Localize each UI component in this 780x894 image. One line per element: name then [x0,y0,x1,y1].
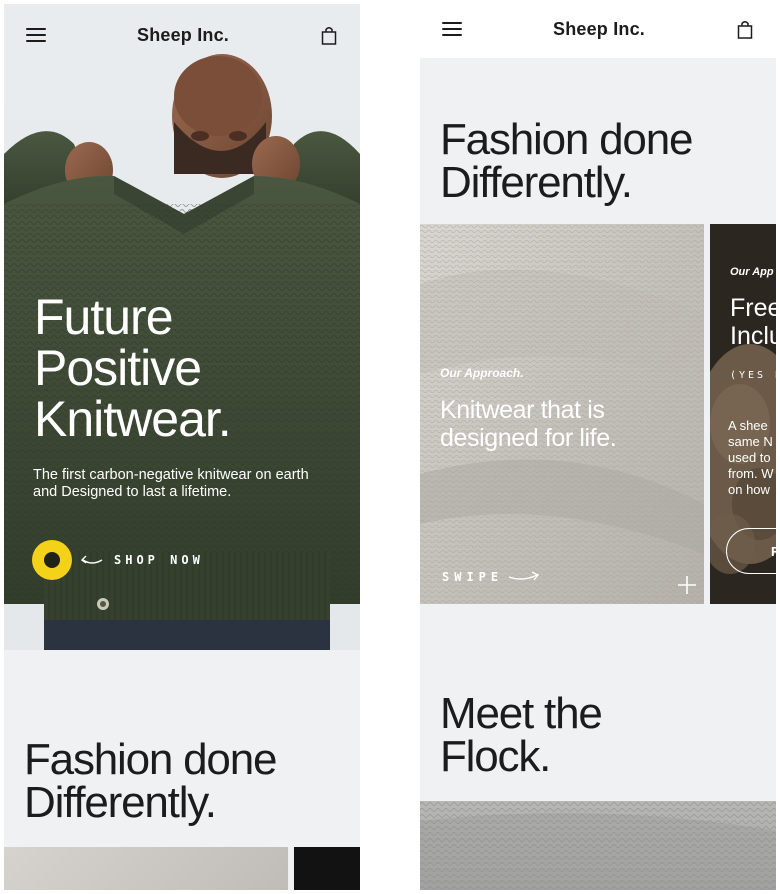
fashion-title-line-2: Differently. [440,158,633,207]
sheep-card-button[interactable]: R [726,528,776,574]
sheep-card-tag: (YES R [730,370,776,381]
flock-title-line-1: Meet the [440,689,603,738]
swipe-hint[interactable]: SWIPE [442,570,541,584]
fashion-title-line-1: Fashion done [24,735,277,784]
hamburger-menu-icon[interactable] [26,28,46,42]
brand-logo[interactable]: Sheep Inc. [137,25,229,46]
shop-now-button[interactable]: SHOP NOW [32,540,204,580]
sheep-card-body: A shee same N used to from. W on how [728,418,776,498]
curved-arrow-icon [80,555,103,564]
sheep-card-body-line-3: used to [728,450,771,465]
brand-logo[interactable]: Sheep Inc. [553,19,645,40]
curved-arrow-icon [508,571,540,581]
fashion-title-line-1: Fashion done [440,115,693,164]
sheep-card-title-line-1: Free [730,294,776,322]
sheep-card[interactable]: Our App Free Inclu (YES R A shee same N … [710,224,776,604]
card-preview-knitwear[interactable] [4,847,288,890]
fashion-title-line-2: Differently. [24,778,217,827]
fashion-section-title: Fashion done Differently. [440,115,693,207]
sheep-card-body-line-1: A shee [728,418,768,433]
flock-image-preview[interactable] [420,801,776,890]
shopping-bag-icon[interactable] [736,19,754,39]
sheep-card-title: Free Inclu [730,294,776,350]
sheep-card-title-line-2: Inclu [730,322,776,350]
top-navbar-right: Sheep Inc. [420,4,776,58]
sheep-card-body-line-4: from. W [728,466,774,481]
hero-title-line-3: Knitwear. [34,391,232,447]
approach-title: Knitwear that is designed for life. [440,396,617,452]
card-preview-dark[interactable] [294,847,360,890]
flock-title-line-2: Flock. [440,732,551,781]
knit-texture-image [420,801,776,890]
hero-title-line-1: Future [34,289,174,345]
approach-card[interactable]: Our Approach. Knitwear that is designed … [420,224,704,604]
shop-now-label: SHOP NOW [114,553,204,567]
flock-section-title: Meet the Flock. [440,689,603,781]
home-screen-left: Future Positive Knitwear. The first carb… [4,4,360,890]
shopping-bag-icon[interactable] [320,25,338,45]
hero-title-line-2: Positive [34,340,202,396]
swipe-label: SWIPE [442,570,504,584]
sheep-card-eyebrow: Our App [730,266,774,278]
top-navbar: Sheep Inc. [4,4,360,66]
sheep-card-body-line-5: on how [728,482,770,497]
sheep-card-body-line-2: same N [728,434,773,449]
hero-title: Future Positive Knitwear. [34,289,232,447]
plus-icon[interactable] [676,574,698,596]
fashion-section-title: Fashion done Differently. [24,735,277,827]
hero-section: Future Positive Knitwear. The first carb… [4,4,360,650]
approach-eyebrow: Our Approach. [440,366,524,380]
hamburger-menu-icon[interactable] [442,22,462,36]
home-screen-right: Sheep Inc. Fashion done Differently. Our… [420,4,776,890]
hero-subtitle: The first carbon-negative knitwear on ea… [33,467,309,500]
yellow-tag-icon [32,540,72,580]
